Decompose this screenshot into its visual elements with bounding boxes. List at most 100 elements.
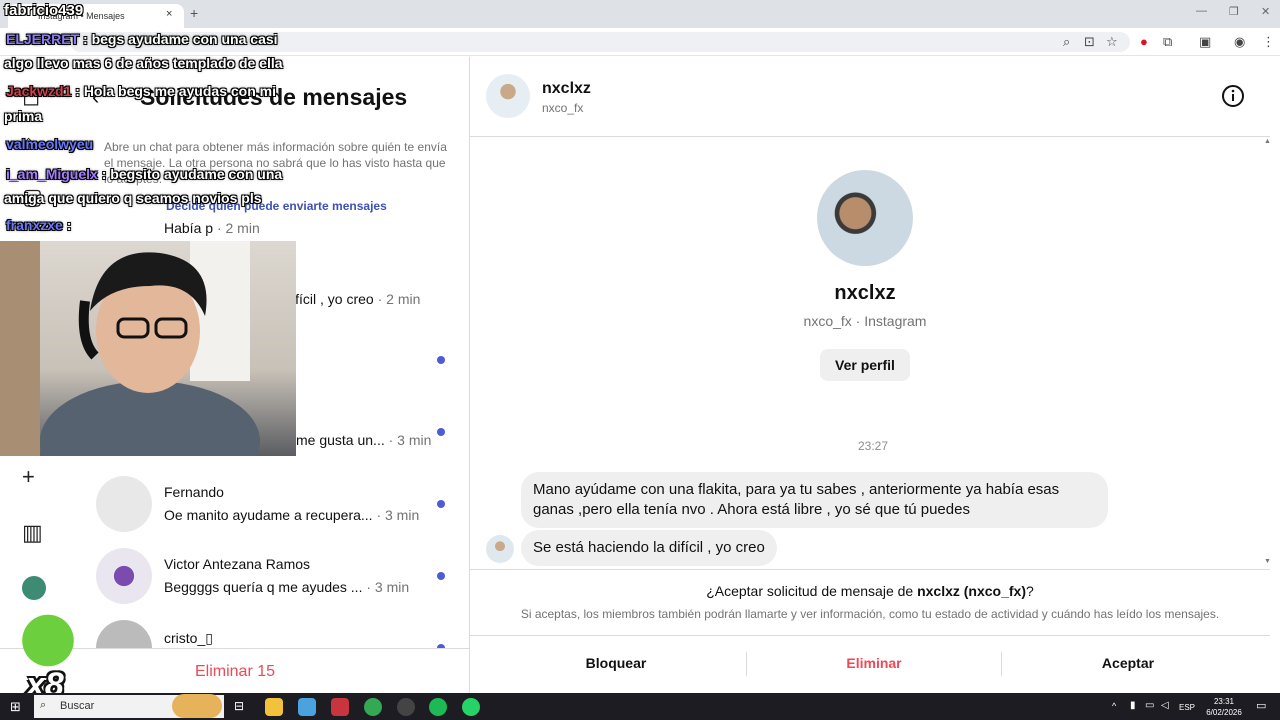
message-bubble: Se está haciendo la difícil , yo creo [521,530,777,566]
header-name[interactable]: nxclxz [542,80,591,98]
profile-avatar[interactable]: ◉ [1234,34,1245,50]
request-message: Había p [164,220,214,236]
app-icon[interactable] [331,698,349,716]
create-icon[interactable]: + [22,464,35,490]
streamer-webcam-image [0,241,260,456]
chat-line: amiga que quiero q seamos novios pls [4,190,262,206]
chat-line: algo llevo mas 6 de años templado de ell… [4,55,283,71]
request-time: · 3 min [366,579,410,595]
request-time: · 3 min [388,432,432,448]
header-avatar[interactable] [486,74,530,118]
profile-avatar-large [817,170,913,266]
chat-text: : Hola begs me ayudas con mi [75,83,276,99]
sender-avatar [486,535,514,563]
chat-text: prima [4,108,43,124]
time-separator: 23:27 [857,439,889,453]
request-name: Victor Antezana Ramos [164,556,311,572]
obs-icon[interactable] [397,698,415,716]
browser-menu-icon[interactable]: ⋮ [1262,34,1275,50]
minimize-button[interactable]: — [1196,5,1207,17]
chrome-icon[interactable] [364,698,382,716]
chat-line: i_am_Miguelx : begsito ayudame con una [6,166,282,182]
extensions-icon[interactable]: ⧉ [1163,34,1172,50]
clock-time: 23:31 [1213,697,1235,706]
scroll-down-icon[interactable]: ▼ [1264,558,1271,565]
request-name: Fernando [164,484,224,500]
new-tab-button[interactable]: + [190,5,198,21]
request-message: Oe manito ayudame a recupera... [164,507,373,523]
request-row[interactable]: cristo_▯ [96,620,456,648]
accept-button[interactable]: Aceptar [1028,655,1228,671]
microphone-icon[interactable]: ▮ [1130,700,1136,711]
chat-user: franxzxe [6,217,63,233]
accept-question: ¿Aceptar solicitud de mensaje de nxclxz … [470,583,1270,599]
request-preview: Oe manito ayudame a recupera... · 3 min [164,507,419,523]
request-name: cristo_▯ [164,630,213,646]
network-icon[interactable]: ▭ [1145,700,1154,711]
avatar [96,620,152,648]
message-bubble: Mano ayúdame con una flakita, para ya tu… [521,472,1108,528]
tab-close-icon[interactable]: × [166,8,172,20]
chat-line: valmeolwyeu [6,136,93,152]
file-explorer-icon[interactable] [265,698,283,716]
scrollbar[interactable]: ▲ ▼ [1262,138,1272,568]
scroll-up-icon[interactable]: ▲ [1264,138,1271,145]
chat-text: amiga que quiero q seamos novios pls [4,190,262,206]
chat-user: ELJERRET [6,31,80,47]
opera-extension-icon[interactable]: ● [1140,34,1148,49]
info-icon[interactable] [1221,84,1245,108]
chat-text: : [66,217,72,233]
profile-subtitle: nxco_fx · Instagram [803,313,927,329]
accept-question-suffix: ? [1026,583,1034,599]
notifications-icon[interactable]: ▭ [1256,699,1266,712]
accept-question-user: nxclxz (nxco_fx) [917,583,1027,599]
chat-user: valmeolwyeu [6,136,94,152]
divider [746,652,747,676]
avatar [96,548,152,604]
chat-line: ELJERRET : begs ayudame con una casi [6,31,278,47]
clock[interactable]: 23:31 6/02/2026 [1204,696,1244,718]
avatar [96,476,152,532]
accept-question-prefix: ¿Aceptar solicitud de mensaje de [706,583,918,599]
close-window-button[interactable]: ✕ [1261,5,1270,18]
request-message: me gusta un... [296,432,385,448]
unread-dot [437,356,445,364]
unread-dot [437,572,445,580]
webcam-overlay [0,241,296,456]
chat-text: : begsito ayudame con una [101,166,283,182]
notepad-icon[interactable] [298,698,316,716]
install-app-icon[interactable]: ⊡ [1084,34,1095,50]
language-indicator[interactable]: ESP [1179,703,1195,712]
bookmark-star-icon[interactable]: ☆ [1106,34,1118,50]
dashboard-icon[interactable]: ▥ [22,520,43,546]
chat-user: i_am_Miguelx [6,166,98,182]
media-icon[interactable]: ▣ [1199,34,1211,50]
zoom-icon[interactable]: ⌕ [1063,34,1070,50]
profile-avatar[interactable] [22,576,46,600]
unread-dot [437,500,445,508]
chat-user: Jackwzd1 [6,83,72,99]
header-username: nxco_fx [542,101,584,115]
whatsapp-icon[interactable] [462,698,480,716]
tray-overflow-icon[interactable]: ^ [1112,701,1116,711]
delete-button[interactable]: Eliminar [774,655,974,671]
task-view-icon[interactable]: ⊟ [234,699,244,713]
divider [1001,652,1002,676]
accept-note: Si aceptas, los miembros también podrán … [520,607,1220,621]
profile-name: nxclxz [834,282,896,304]
request-row[interactable]: Fernando Oe manito ayudame a recupera...… [96,476,456,536]
restore-button[interactable]: ❐ [1229,5,1239,18]
request-preview: ifícil , yo creo · 2 min [292,291,420,307]
request-message: ifícil , yo creo [292,291,374,307]
request-row[interactable]: Victor Antezana Ramos Beggggs quería q m… [96,548,456,608]
view-profile-button[interactable]: Ver perfil [820,349,910,381]
block-button[interactable]: Bloquear [516,655,716,671]
accept-request-area [470,569,1270,635]
search-icon: ⌕ [40,699,47,711]
volume-icon[interactable]: ◁ [1161,700,1169,711]
windows-start-icon[interactable]: ⊞ [10,699,21,715]
spotify-icon[interactable] [429,698,447,716]
request-message: Beggggs quería q me ayudes ... [164,579,363,595]
request-preview: me gusta un... · 3 min [296,432,431,448]
chat-line: franxzxe : [6,217,71,233]
